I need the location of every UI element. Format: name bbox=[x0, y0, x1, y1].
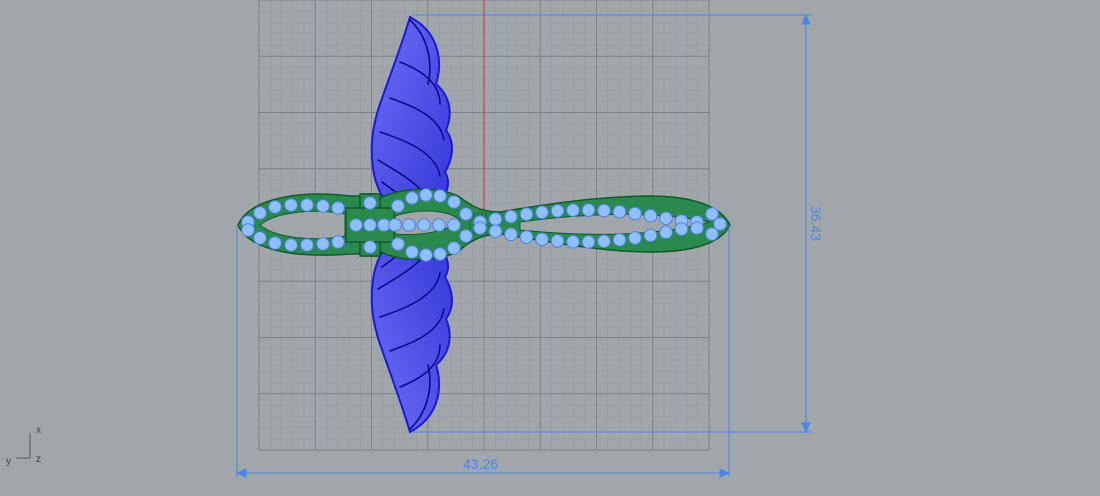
gem-stone[interactable] bbox=[419, 248, 433, 262]
gem-stone[interactable] bbox=[690, 221, 704, 235]
gem-stone[interactable] bbox=[388, 218, 402, 232]
top-viewport[interactable]: 36.43 43.26 x y z bbox=[0, 0, 1100, 496]
gem-stone[interactable] bbox=[659, 225, 673, 240]
gem-stone[interactable] bbox=[447, 195, 461, 209]
gem-stone[interactable] bbox=[488, 212, 503, 226]
gem-stone[interactable] bbox=[628, 206, 642, 221]
gem-stone[interactable] bbox=[612, 204, 627, 219]
gem-stone[interactable] bbox=[363, 218, 377, 232]
gem-stone[interactable] bbox=[612, 233, 627, 247]
gem-stone[interactable] bbox=[447, 241, 461, 255]
gem-stone[interactable] bbox=[363, 240, 377, 254]
gem-stone[interactable] bbox=[284, 198, 298, 212]
gem-stone[interactable] bbox=[566, 203, 580, 217]
gem-stone[interactable] bbox=[459, 207, 473, 221]
axis-z-label: z bbox=[36, 454, 41, 465]
gem-stone[interactable] bbox=[405, 191, 419, 205]
gem-stone[interactable] bbox=[643, 208, 658, 223]
gem-stone[interactable] bbox=[300, 238, 314, 252]
gem-stone[interactable] bbox=[535, 232, 549, 247]
gem-stone[interactable] bbox=[391, 237, 405, 251]
gem-stone[interactable] bbox=[316, 199, 330, 213]
gem-stone[interactable] bbox=[535, 205, 549, 220]
gem-stone[interactable] bbox=[363, 196, 377, 210]
gem-stone[interactable] bbox=[713, 217, 727, 231]
gem-stone[interactable] bbox=[447, 218, 461, 232]
gem-stone[interactable] bbox=[331, 235, 345, 249]
gem-stone[interactable] bbox=[459, 229, 473, 243]
axis-widget bbox=[16, 433, 31, 459]
gem-stone[interactable] bbox=[519, 207, 534, 222]
gem-stone[interactable] bbox=[316, 237, 330, 251]
gem-stone[interactable] bbox=[597, 203, 611, 218]
gem-stone[interactable] bbox=[268, 200, 282, 214]
axis-x-label: x bbox=[36, 425, 41, 436]
gem-stone[interactable] bbox=[550, 204, 565, 218]
viewport-canvas[interactable]: 36.43 43.26 x y z bbox=[0, 0, 1100, 496]
gem-stone[interactable] bbox=[581, 235, 596, 249]
gem-stone[interactable] bbox=[268, 236, 282, 250]
gem-stone[interactable] bbox=[473, 221, 487, 235]
gem-stone[interactable] bbox=[241, 223, 255, 237]
gem-stone[interactable] bbox=[331, 201, 345, 215]
gem-stone[interactable] bbox=[488, 224, 503, 239]
gem-stone[interactable] bbox=[566, 235, 580, 249]
gem-stone[interactable] bbox=[597, 234, 611, 249]
gem-stone[interactable] bbox=[581, 203, 596, 217]
gem-stone[interactable] bbox=[419, 188, 433, 202]
gem-stone[interactable] bbox=[432, 218, 446, 232]
gem-stone[interactable] bbox=[433, 247, 447, 261]
gem-stone[interactable] bbox=[628, 231, 642, 245]
gem-stone[interactable] bbox=[417, 218, 431, 232]
axis-y-label: y bbox=[6, 456, 11, 467]
gem-stone[interactable] bbox=[550, 234, 565, 248]
gem-stone[interactable] bbox=[300, 198, 314, 212]
upper-wing[interactable] bbox=[370, 15, 453, 211]
gem-stone[interactable] bbox=[284, 238, 298, 252]
gem-stone[interactable] bbox=[253, 231, 267, 245]
width-dimension-label: 43.26 bbox=[463, 456, 498, 472]
width-dimension[interactable] bbox=[235, 226, 731, 478]
gem-stone[interactable] bbox=[674, 222, 689, 236]
gem-stone[interactable] bbox=[405, 245, 419, 259]
gem-stone[interactable] bbox=[504, 227, 518, 242]
gem-stone[interactable] bbox=[433, 189, 447, 203]
gem-stone[interactable] bbox=[504, 209, 518, 224]
height-dimension-label: 36.43 bbox=[808, 206, 824, 241]
gem-stone[interactable] bbox=[643, 228, 658, 243]
gem-stone[interactable] bbox=[349, 218, 363, 232]
gem-stone[interactable] bbox=[391, 199, 405, 213]
gem-stone[interactable] bbox=[402, 218, 416, 232]
lower-wing[interactable] bbox=[370, 238, 453, 434]
gem-stone[interactable] bbox=[519, 230, 534, 244]
gem-stone[interactable] bbox=[253, 206, 267, 220]
gem-stone[interactable] bbox=[659, 211, 673, 226]
